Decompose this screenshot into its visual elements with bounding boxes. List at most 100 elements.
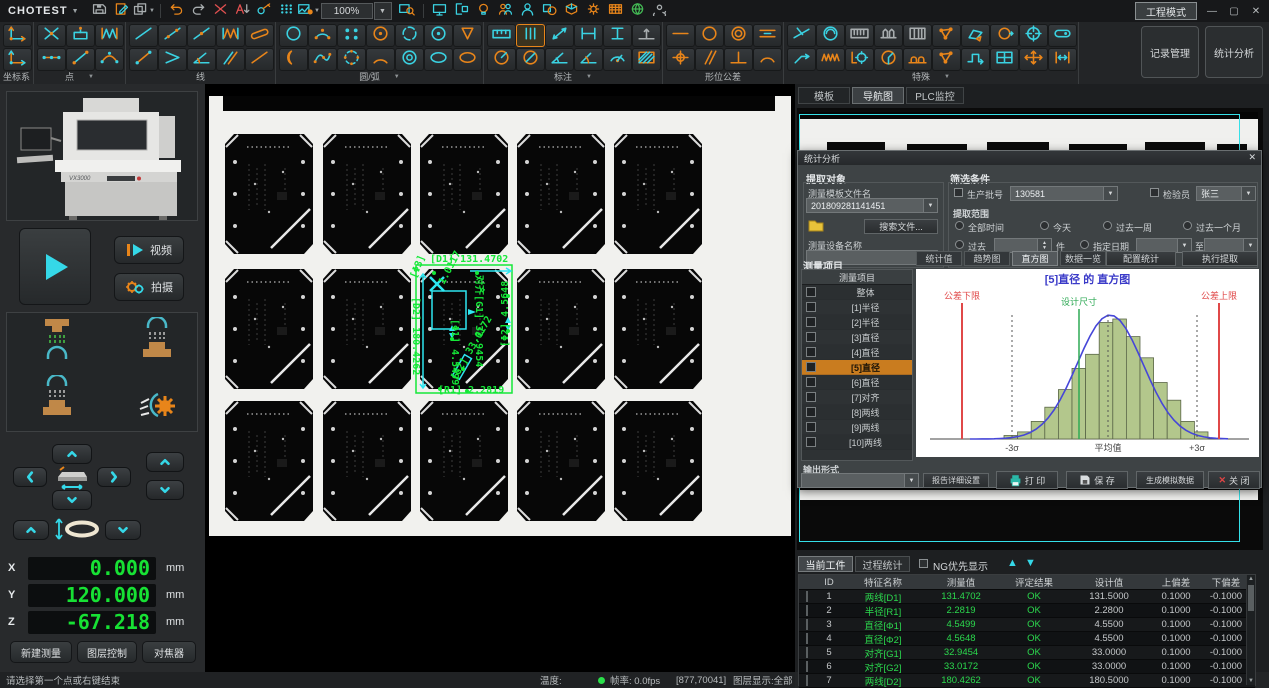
layer-control-button[interactable]: 图层控制 (77, 641, 137, 663)
undo-icon[interactable] (167, 2, 187, 20)
person-icon[interactable] (518, 2, 538, 20)
stage-down-button[interactable] (52, 490, 92, 510)
coordinate-system-alt-icon[interactable] (3, 48, 32, 71)
new-measure-button[interactable]: 新建测量 (10, 641, 72, 663)
oval-icon[interactable] (453, 48, 482, 71)
intersection-point-icon[interactable] (37, 24, 66, 47)
configure-statistics-button[interactable]: 配置统计 (1106, 251, 1176, 266)
two-point-line-icon[interactable] (66, 48, 95, 71)
table-row[interactable]: 2半径[R1]2.2819OK2.28000.1000-0.1000 (799, 604, 1255, 618)
tab-navigation-map[interactable]: 导航图 (852, 87, 904, 104)
pcb-part[interactable] (323, 269, 411, 389)
pcb-part[interactable] (420, 134, 508, 254)
tab-current-workpiece[interactable]: 当前工件 (798, 556, 853, 572)
z-up-button[interactable] (146, 452, 184, 472)
circle-point-icon[interactable] (424, 24, 453, 47)
pcb-part[interactable] (614, 401, 702, 521)
measurement-item-row[interactable]: [5]直径 (802, 360, 912, 375)
close-button[interactable]: ✕ (1249, 6, 1263, 17)
coordinate-system-icon[interactable] (3, 24, 32, 47)
table-scrollbar[interactable]: ▲ ▼ (1246, 575, 1255, 685)
minimize-button[interactable]: — (1205, 6, 1219, 17)
template-file-select[interactable]: 201809281141451▼ (806, 198, 938, 213)
record-management-button[interactable]: 记录管理 (1141, 26, 1199, 78)
grid-feature-icon[interactable] (903, 24, 932, 47)
parallel-lines-icon[interactable] (216, 48, 245, 71)
datum-target-icon[interactable] (632, 24, 661, 47)
stage-up-button[interactable] (52, 444, 92, 464)
table-row[interactable]: 4直径[Φ2]4.5648OK4.55000.1000-0.1000 (799, 632, 1255, 646)
range-radio-0[interactable] (955, 221, 964, 230)
step-path-icon[interactable] (961, 48, 990, 71)
measurement-item-row[interactable]: 整体 (802, 285, 912, 300)
perpendicularity-icon[interactable] (724, 48, 753, 71)
past-count-radio[interactable] (955, 240, 964, 249)
scatter-circle-icon[interactable] (337, 48, 366, 71)
tangent-line-icon[interactable] (245, 48, 274, 71)
range-radio-3[interactable] (1183, 221, 1192, 230)
edit-document-icon[interactable] (112, 2, 132, 20)
distance-bars-icon[interactable] (516, 24, 545, 47)
camera-view-canvas[interactable]: [D1] 131.4702[Φ3]1.0117[D2] 180.4262对齐[G… (205, 84, 795, 672)
zoom-level-field[interactable]: 100% (321, 3, 373, 19)
engineering-mode-button[interactable]: 工程模式 (1135, 2, 1197, 20)
pcb-part[interactable] (323, 401, 411, 521)
crosshair-target-icon[interactable] (1019, 24, 1048, 47)
measurement-item-row[interactable]: [8]两线 (802, 405, 912, 420)
image-flag-icon[interactable]: ▼ (299, 2, 319, 20)
zoom-level-caret[interactable]: ▼ (374, 2, 392, 20)
pcb-part[interactable] (517, 269, 605, 389)
radius-dimension-icon[interactable] (487, 48, 516, 71)
delete-icon[interactable] (211, 2, 231, 20)
measurement-item-row[interactable]: [9]两线 (802, 420, 912, 435)
arc-icon[interactable] (308, 24, 337, 47)
measurement-item-row[interactable]: [3]直径 (802, 330, 912, 345)
slot-feature-icon[interactable] (1048, 24, 1077, 47)
roundness-icon[interactable] (695, 24, 724, 47)
view-tab-1[interactable]: 趋势图 (964, 251, 1010, 266)
ring-down-button[interactable] (105, 520, 141, 540)
dashed-circle-icon[interactable] (395, 24, 424, 47)
dome-array-icon[interactable] (903, 48, 932, 71)
angle-bisector-icon[interactable] (158, 48, 187, 71)
focus-button[interactable]: 对焦器 (142, 641, 196, 663)
redo-icon[interactable] (189, 2, 209, 20)
save-icon[interactable] (90, 2, 110, 20)
run-button[interactable] (19, 228, 91, 305)
comb-template-icon[interactable] (845, 24, 874, 47)
gear-icon[interactable] (584, 2, 604, 20)
shapes-icon[interactable] (540, 2, 560, 20)
crescent-icon[interactable] (279, 48, 308, 71)
move-down-icon[interactable]: ▼ (1025, 557, 1036, 569)
maximize-button[interactable]: ▢ (1227, 6, 1241, 17)
image-zoom-icon[interactable] (397, 2, 417, 20)
transmitted-light-icon[interactable] (35, 317, 79, 368)
cube-3d-icon[interactable] (562, 2, 582, 20)
table-row[interactable]: 6对齐[G2]33.0172OK33.00000.1000-0.1000 (799, 660, 1255, 674)
construction-line-icon[interactable] (787, 24, 816, 47)
parallelism-icon[interactable] (695, 48, 724, 71)
angle-line-icon[interactable] (187, 48, 216, 71)
view-tab-3[interactable]: 数据一览 (1060, 251, 1106, 266)
inspector-checkbox[interactable] (1150, 188, 1159, 197)
concentricity-icon[interactable] (724, 24, 753, 47)
measurement-item-row[interactable]: [2]半径 (802, 315, 912, 330)
app-menu-caret-icon[interactable]: ▼ (72, 8, 79, 15)
matrix-icon[interactable] (990, 48, 1019, 71)
sort-az-icon[interactable] (233, 2, 253, 20)
generate-data-button[interactable]: 生成模拟数据 (1136, 471, 1204, 489)
date-range-radio[interactable] (1080, 240, 1089, 249)
pcb-part[interactable] (517, 401, 605, 521)
pcb-part[interactable] (323, 134, 411, 254)
table-row[interactable]: 1两线[D1]131.4702OK131.50000.1000-0.1000 (799, 590, 1255, 604)
statistical-analysis-button[interactable]: 统计分析 (1205, 26, 1263, 78)
arc-radius-icon[interactable] (603, 48, 632, 71)
pattern-grid-icon[interactable] (606, 2, 626, 20)
coaxial-light-icon[interactable] (135, 317, 179, 368)
offset-line-icon[interactable] (129, 48, 158, 71)
print-button[interactable]: 打 印 (996, 471, 1058, 489)
pcb-part[interactable] (225, 269, 313, 389)
profile-icon[interactable] (753, 48, 782, 71)
view-tab-2[interactable]: 直方图 (1012, 251, 1058, 266)
batch-select[interactable]: 130581▼ (1010, 186, 1118, 201)
